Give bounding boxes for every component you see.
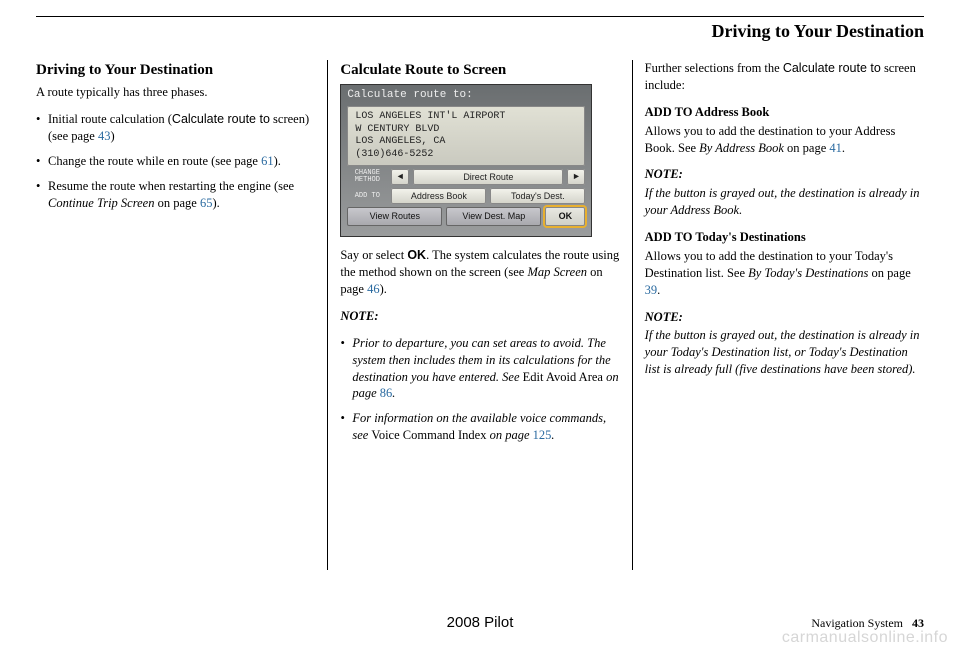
ss-addr-line: (310)646-5252 xyxy=(355,149,577,162)
text: . xyxy=(551,428,554,442)
ss-change-label: CHANGE METHOD xyxy=(347,170,387,184)
page-link[interactable]: 46 xyxy=(367,282,380,296)
page-link[interactable]: 41 xyxy=(829,141,842,155)
col3-h2: ADD TO Today's Destinations xyxy=(645,229,924,246)
text: . xyxy=(842,141,845,155)
arrow-right-icon[interactable]: ► xyxy=(567,169,585,185)
page-link[interactable]: 125 xyxy=(533,428,552,442)
manual-page: Driving to Your Destination Driving to Y… xyxy=(0,0,960,570)
text: . xyxy=(657,283,660,297)
text: ) xyxy=(110,129,114,143)
text: on page xyxy=(868,266,910,280)
col1-list: Initial route calculation (Calculate rou… xyxy=(36,111,315,211)
note-heading: NOTE: xyxy=(645,309,924,326)
col3-note2: If the button is grayed out, the destina… xyxy=(645,327,924,378)
ss-view-routes-btn[interactable]: View Routes xyxy=(347,207,442,225)
page-link[interactable]: 61 xyxy=(261,154,274,168)
col3-note1: If the button is grayed out, the destina… xyxy=(645,185,924,219)
column-3: Further selections from the Calculate ro… xyxy=(633,60,924,570)
column-2: Calculate Route to Screen Calculate rout… xyxy=(327,60,632,570)
emphasis: By Today's Destinations xyxy=(748,266,868,280)
text: Resume the route when restarting the eng… xyxy=(48,179,294,193)
page-header: Driving to Your Destination xyxy=(36,21,924,42)
list-item: For information on the available voice c… xyxy=(340,410,619,444)
ss-addr-line: W CENTURY BLVD xyxy=(355,124,577,137)
text: Voice Command Index xyxy=(371,428,486,442)
text: . xyxy=(392,386,395,400)
text: Say or select xyxy=(340,248,407,262)
list-item: Prior to departure, you can set areas to… xyxy=(340,335,619,403)
col2-para1: Say or select OK. The system calculates … xyxy=(340,247,619,298)
column-1: Driving to Your Destination A route typi… xyxy=(36,60,327,570)
ss-addr-line: LOS ANGELES INT'L AIRPORT xyxy=(355,111,577,124)
col1-heading: Driving to Your Destination xyxy=(36,60,315,80)
ui-term: Calculate route to xyxy=(172,112,270,126)
ss-addto-label: ADD TO xyxy=(347,193,387,200)
col2-note-list: Prior to departure, you can set areas to… xyxy=(340,335,619,444)
ss-direct-route[interactable]: Direct Route xyxy=(413,169,563,185)
text: on page xyxy=(784,141,829,155)
col1-intro: A route typically has three phases. xyxy=(36,84,315,101)
columns: Driving to Your Destination A route typi… xyxy=(36,60,924,570)
page-link[interactable]: 65 xyxy=(200,196,213,210)
emphasis: By Address Book xyxy=(699,141,784,155)
note-heading: NOTE: xyxy=(340,308,619,325)
page-link[interactable]: 39 xyxy=(645,283,658,297)
text: Further selections from the xyxy=(645,61,783,75)
ss-address-book-btn[interactable]: Address Book xyxy=(391,188,486,204)
text: Change the route while en route (see pag… xyxy=(48,154,261,168)
footer-section: Navigation System xyxy=(811,616,903,630)
ss-ok-btn[interactable]: OK xyxy=(545,207,585,225)
watermark: carmanualsonline.info xyxy=(782,629,948,647)
col3-p2: Allows you to add the destination to you… xyxy=(645,248,924,299)
ui-term: Calculate route to xyxy=(783,61,881,75)
ss-bottom-row: View Routes View Dest. Map OK xyxy=(341,204,591,228)
text: on page xyxy=(154,196,199,210)
ss-address-block: LOS ANGELES INT'L AIRPORT W CENTURY BLVD… xyxy=(347,106,585,166)
col3-h1: ADD TO Address Book xyxy=(645,104,924,121)
text: ). xyxy=(380,282,387,296)
emphasis: Continue Trip Screen xyxy=(48,196,154,210)
nav-screenshot: Calculate route to: LOS ANGELES INT'L AI… xyxy=(340,84,592,237)
ss-addto-row: ADD TO Address Book Today's Dest. xyxy=(341,185,591,204)
text: ). xyxy=(274,154,281,168)
footer-page-number: 43 xyxy=(912,616,924,630)
top-rule xyxy=(36,16,924,17)
text: Edit Avoid Area xyxy=(523,370,603,384)
ss-todays-dest-btn[interactable]: Today's Dest. xyxy=(490,188,585,204)
ss-addr-line: LOS ANGELES, CA xyxy=(355,136,577,149)
emphasis: Map Screen xyxy=(527,265,587,279)
page-link[interactable]: 43 xyxy=(98,129,111,143)
col2-heading: Calculate Route to Screen xyxy=(340,60,619,80)
ss-change-method-row: CHANGE METHOD ◄ Direct Route ► xyxy=(341,166,591,185)
text: on page xyxy=(486,428,532,442)
list-item: Initial route calculation (Calculate rou… xyxy=(36,111,315,145)
ss-view-dest-map-btn[interactable]: View Dest. Map xyxy=(446,207,541,225)
list-item: Change the route while en route (see pag… xyxy=(36,153,315,170)
col3-p1: Allows you to add the destination to you… xyxy=(645,123,924,157)
ui-term: OK xyxy=(407,248,426,262)
arrow-left-icon[interactable]: ◄ xyxy=(391,169,409,185)
text: ). xyxy=(212,196,219,210)
text: Initial route calculation ( xyxy=(48,112,172,126)
list-item: Resume the route when restarting the eng… xyxy=(36,178,315,212)
col3-intro: Further selections from the Calculate ro… xyxy=(645,60,924,94)
page-link[interactable]: 86 xyxy=(380,386,393,400)
ss-title: Calculate route to: xyxy=(341,85,591,106)
note-heading: NOTE: xyxy=(645,166,924,183)
